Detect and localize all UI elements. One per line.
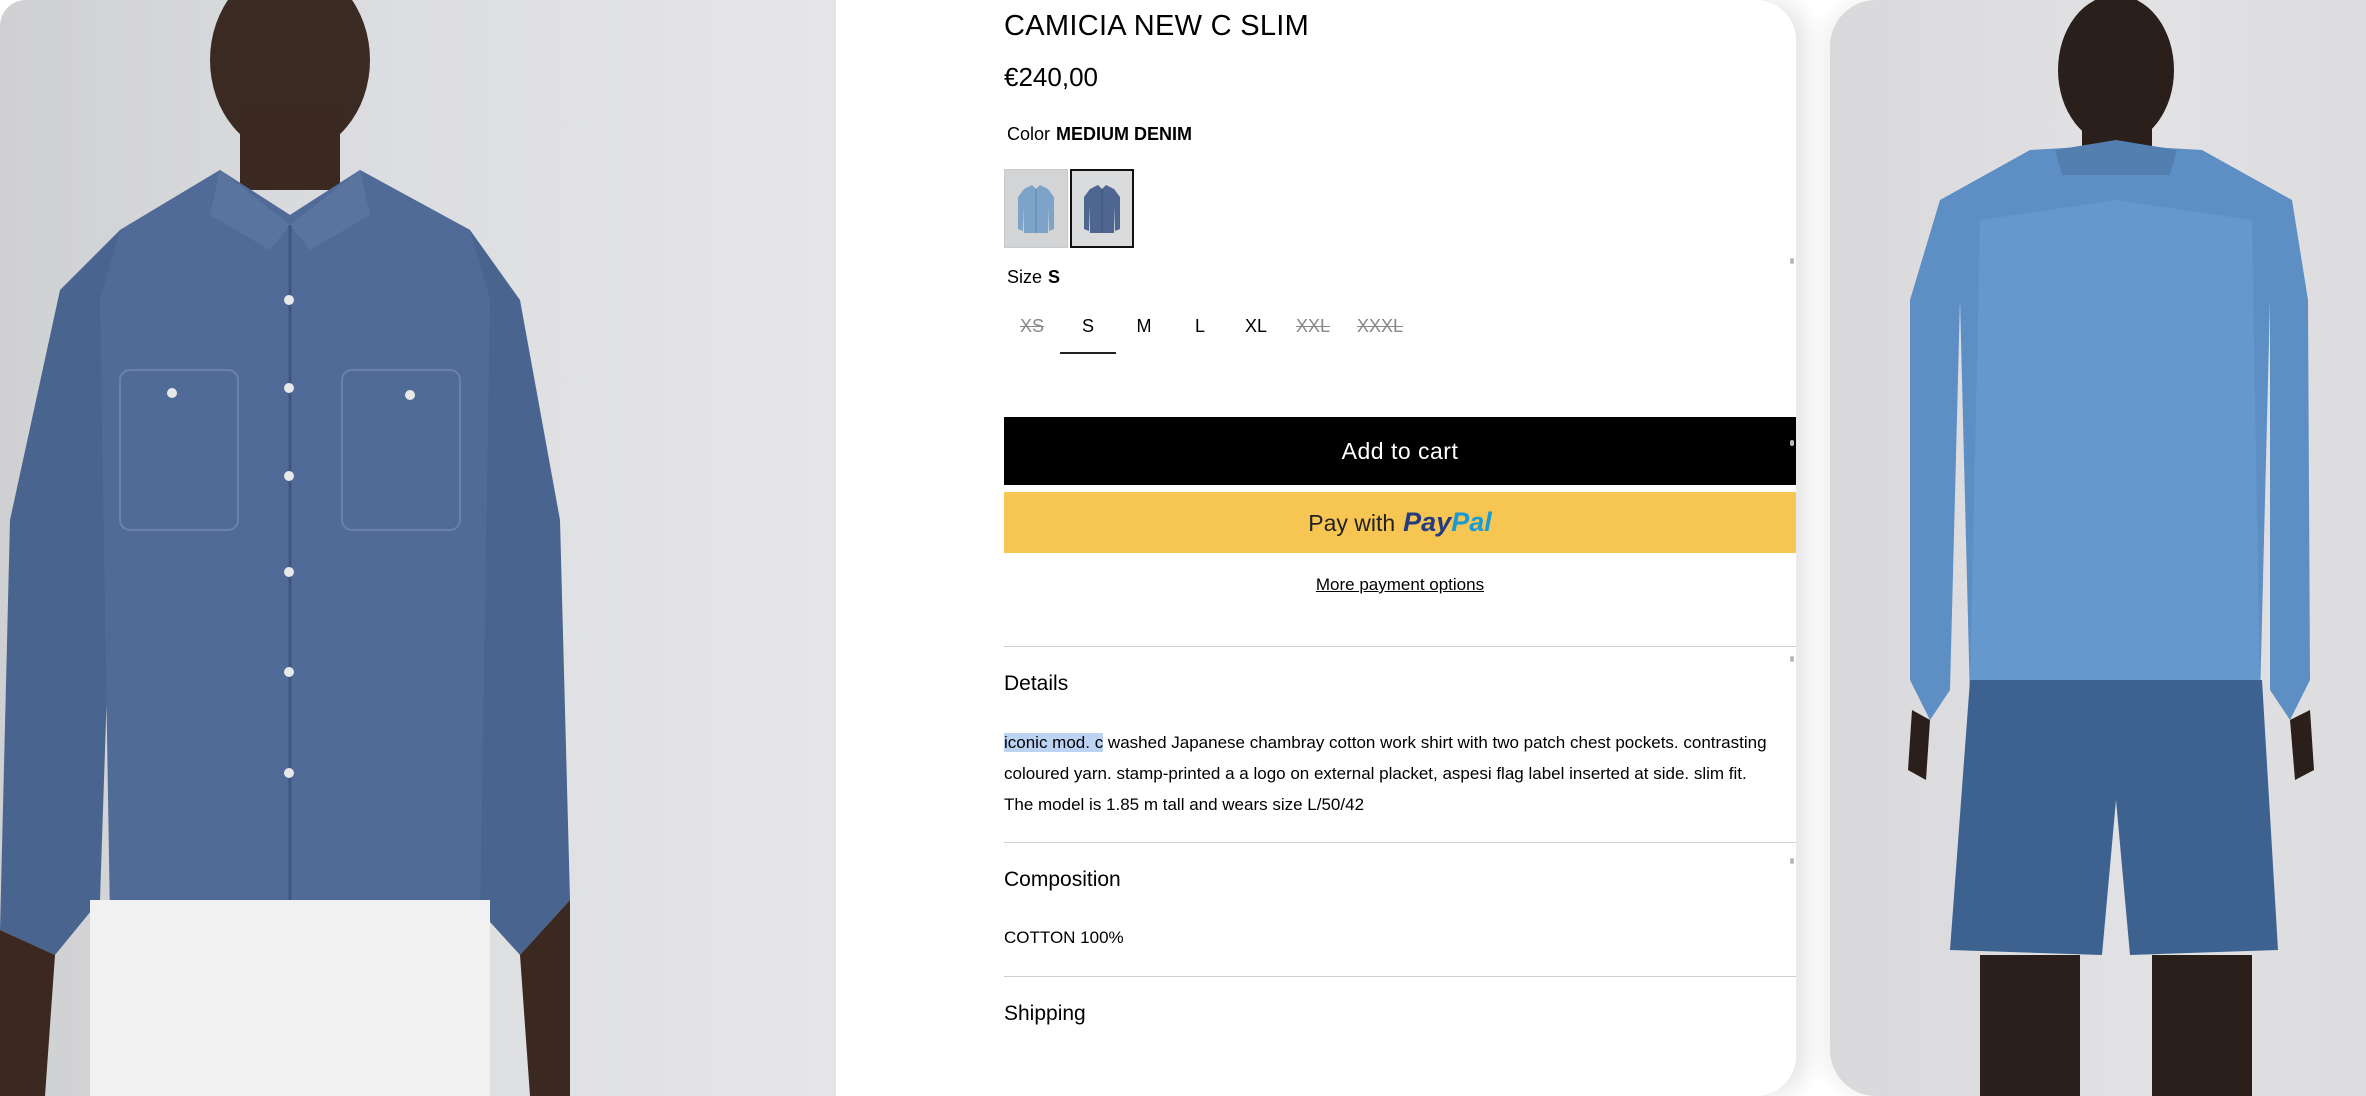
chevron-icon: [1790, 656, 1794, 662]
shirt-thumbnail-icon: [1084, 184, 1120, 233]
size-option-xl[interactable]: XL: [1228, 306, 1284, 354]
divider: [1004, 976, 1796, 977]
add-to-cart-button[interactable]: Add to cart: [1004, 417, 1796, 485]
swatch-medium-denim[interactable]: [1070, 169, 1134, 248]
composition-value: COTTON 100%: [1004, 928, 1124, 947]
details-text-line-1: washed Japanese chambray cotton work shi…: [1103, 733, 1767, 752]
swatch-light-denim[interactable]: [1004, 169, 1068, 248]
product-photo-back[interactable]: [1830, 0, 2366, 1096]
composition-heading[interactable]: Composition: [1004, 868, 1121, 892]
divider: [1004, 842, 1796, 843]
chevron-icon: [1790, 440, 1794, 446]
size-option-xxxl[interactable]: XXXL: [1342, 306, 1418, 354]
divider: [1004, 646, 1796, 647]
more-payment-options-link[interactable]: More payment options: [1004, 575, 1796, 595]
size-option-xxl[interactable]: XXL: [1284, 306, 1342, 354]
model-back-illustration: [1908, 0, 2314, 1096]
product-price: €240,00: [1004, 62, 1098, 92]
selected-text: iconic mod. c: [1004, 733, 1104, 752]
color-label: Color: [1007, 124, 1051, 144]
product-title: CAMICIA NEW C SLIM: [1004, 10, 1310, 42]
paypal-prefix: Pay with: [1308, 510, 1396, 536]
size-value: S: [1048, 267, 1061, 287]
size-option-s[interactable]: S: [1060, 306, 1116, 354]
paypal-logo: PayPal: [1403, 507, 1492, 537]
paypal-button[interactable]: Pay with PayPal: [1004, 492, 1796, 553]
details-description: iconic mod. c washed Japanese chambray c…: [1004, 727, 1796, 820]
chevron-icon: [1790, 258, 1794, 264]
product-photo-front[interactable]: [0, 0, 836, 1096]
color-label-row: Color MEDIUM DENIM: [1007, 124, 1192, 145]
product-info-panel: CAMICIA NEW C SLIM €240,00 Color MEDIUM D…: [836, 0, 1796, 1096]
shipping-heading[interactable]: Shipping: [1004, 1002, 1086, 1026]
chevron-icon: [1790, 858, 1794, 864]
details-heading[interactable]: Details: [1004, 672, 1068, 696]
size-label: Size: [1007, 267, 1043, 287]
shirt-thumbnail-icon: [1018, 184, 1054, 233]
size-option-l[interactable]: L: [1172, 306, 1228, 354]
details-text-line-3: The model is 1.85 m tall and wears size …: [1004, 795, 1365, 814]
color-swatches: [1004, 169, 1134, 248]
size-label-row: Size S: [1007, 267, 1060, 288]
model-front-illustration: [0, 0, 570, 1096]
size-option-m[interactable]: M: [1116, 306, 1172, 354]
details-text-line-2: coloured yarn. stamp-printed a a logo on…: [1004, 764, 1747, 783]
size-selector: XS S M L XL XXL XXXL: [1004, 306, 1418, 354]
size-option-xs[interactable]: XS: [1004, 306, 1060, 354]
color-value: MEDIUM DENIM: [1056, 124, 1193, 144]
